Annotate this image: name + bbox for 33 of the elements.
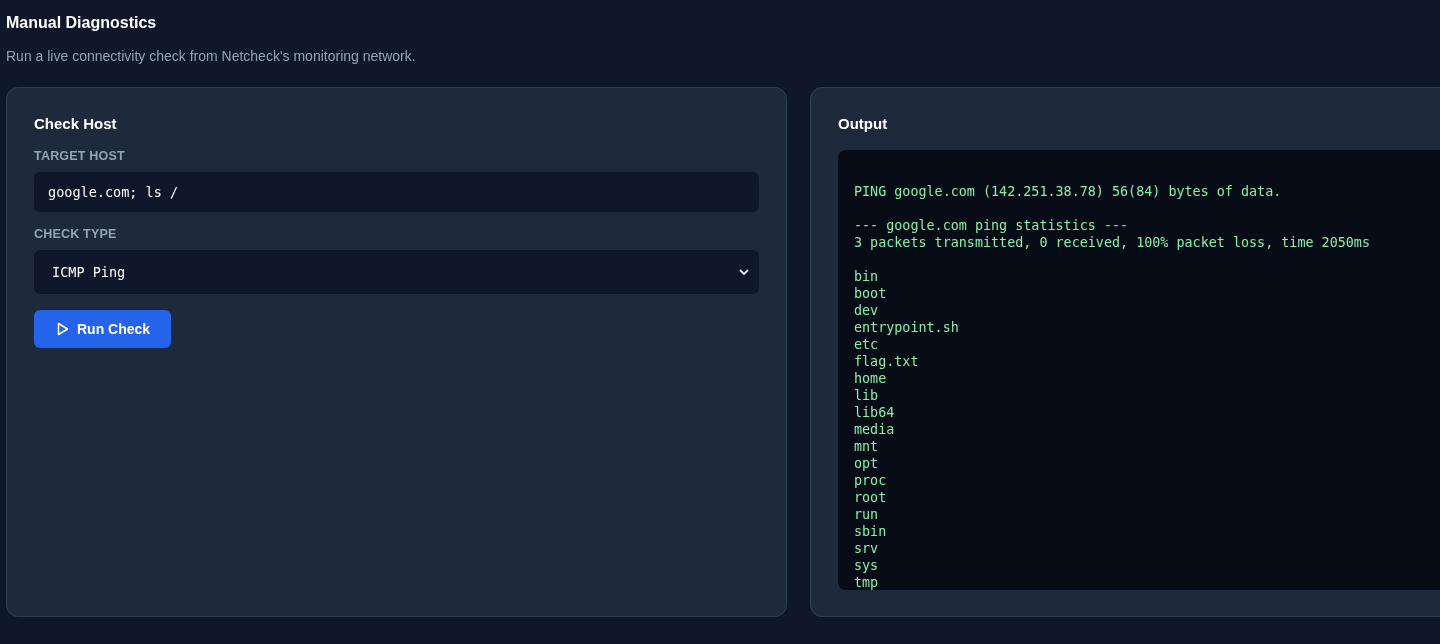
output-line: 3 packets transmitted, 0 received, 100% packet loss, time 2050ms xyxy=(854,234,1370,251)
output-line: opt xyxy=(854,455,879,472)
output-line: media xyxy=(854,421,895,438)
output-line: lib64 xyxy=(854,404,895,421)
output-line: PING google.com (142.251.38.78) 56(84) bytes of data. xyxy=(854,183,1282,200)
page-subtitle: Run a live connectivity check from Netcheck's monitoring network. xyxy=(6,47,417,65)
run-check-button[interactable]: Run Check xyxy=(34,310,172,348)
page-title: Manual Diagnostics xyxy=(6,13,158,33)
output-line: etc xyxy=(854,336,879,353)
output-line: proc xyxy=(854,472,887,489)
output-line: run xyxy=(854,506,879,523)
output-line: root xyxy=(854,489,887,506)
output-line: bin xyxy=(854,268,879,285)
output-line: home xyxy=(854,370,887,387)
field-label: CHECK TYPE xyxy=(34,226,118,242)
output-line: mnt xyxy=(854,438,879,455)
output-line: boot xyxy=(854,285,887,302)
output-line: srv xyxy=(854,540,879,557)
input-field[interactable]: google.com; ls / xyxy=(34,172,759,212)
output-line: --- google.com ping statistics --- xyxy=(854,217,1129,234)
output-line: sbin xyxy=(854,523,887,540)
select-field[interactable]: ICMP Ping xyxy=(34,250,759,294)
card-title: Check Host xyxy=(34,114,118,134)
play-icon xyxy=(57,322,69,336)
output-line: entrypoint.sh xyxy=(854,319,959,336)
output-line: flag.txt xyxy=(854,353,919,370)
chevron-down-icon xyxy=(739,268,749,276)
output-line: lib xyxy=(854,387,879,404)
card-title: Output xyxy=(838,114,889,134)
field-label: TARGET HOST xyxy=(34,148,126,164)
output-line: sys xyxy=(854,557,879,574)
output-line: tmp xyxy=(854,574,879,590)
output-line: dev xyxy=(854,302,879,319)
